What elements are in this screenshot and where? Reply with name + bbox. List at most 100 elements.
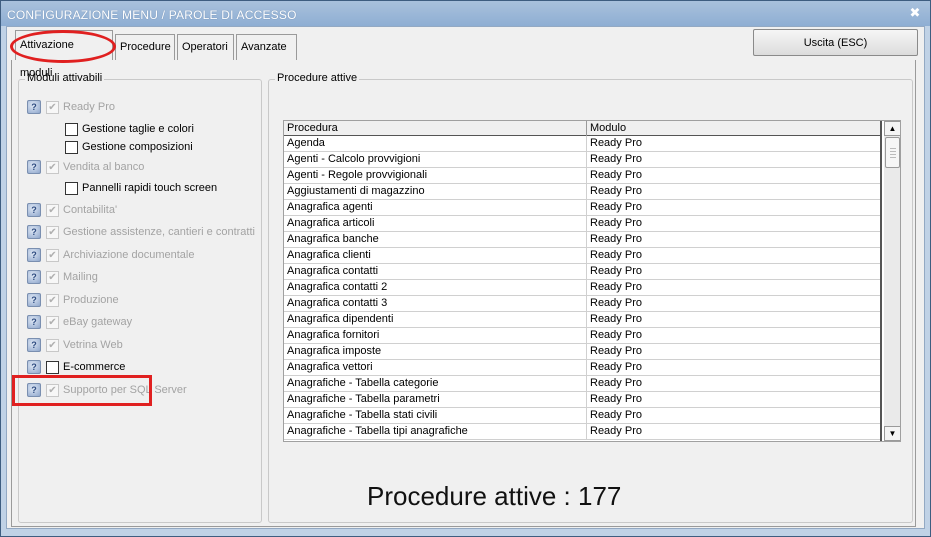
table-row[interactable]: Agenti - Calcolo provvigioni Ready Pro	[284, 152, 880, 168]
cell-modulo: Ready Pro	[590, 153, 642, 165]
tab-procedure[interactable]: Procedure	[115, 34, 175, 60]
cell-modulo: Ready Pro	[590, 249, 642, 261]
tab-avanzate[interactable]: Avanzate	[236, 34, 297, 60]
table-row[interactable]: Anagrafica vettori Ready Pro	[284, 360, 880, 376]
column-header-procedura[interactable]: Procedura	[284, 121, 587, 136]
table-row[interactable]: Aggiustamenti di magazzino Ready Pro	[284, 184, 880, 200]
vertical-scrollbar[interactable]: ▲ ▼	[884, 121, 900, 441]
submodule-row: Gestione composizioni	[65, 139, 255, 157]
help-icon[interactable]: ?	[27, 160, 41, 174]
grip-icon	[890, 148, 896, 158]
module-row: ? ✔ Vetrina Web	[27, 337, 257, 355]
exit-button[interactable]: Uscita (ESC)	[753, 29, 918, 56]
table-row[interactable]: Anagrafica clienti Ready Pro	[284, 248, 880, 264]
close-icon[interactable]: ✖	[908, 6, 922, 20]
window-title: CONFIGURAZIONE MENU / PAROLE DI ACCESSO	[7, 8, 297, 22]
table-body: Agenda Ready Pro Agenti - Calcolo provvigi…	[284, 136, 880, 440]
table-row[interactable]: Anagrafiche - Tabella tipi anagrafiche Re…	[284, 424, 880, 440]
help-icon[interactable]: ?	[27, 270, 41, 284]
module-label: Gestione assistenze, cantieri e contratt…	[63, 226, 255, 238]
help-icon[interactable]: ?	[27, 225, 41, 239]
scroll-up-icon[interactable]: ▲	[884, 121, 900, 136]
submodule-checkbox[interactable]	[65, 182, 78, 195]
cell-modulo: Ready Pro	[590, 201, 642, 213]
scroll-thumb[interactable]	[885, 137, 900, 168]
cell-modulo: Ready Pro	[590, 409, 642, 421]
help-icon[interactable]: ?	[27, 203, 41, 217]
module-checkbox[interactable]: ✔	[46, 226, 59, 239]
table-row[interactable]: Anagrafica fornitori Ready Pro	[284, 328, 880, 344]
module-row: ? E-commerce	[27, 359, 257, 377]
cell-procedura: Agenda	[284, 136, 587, 151]
column-header-modulo[interactable]: Modulo	[587, 121, 880, 136]
table-row[interactable]: Anagrafica articoli Ready Pro	[284, 216, 880, 232]
table-row[interactable]: Anagrafiche - Tabella stati civili Ready …	[284, 408, 880, 424]
cell-procedura: Anagrafiche - Tabella categorie	[284, 376, 587, 391]
submodule-checkbox[interactable]	[65, 141, 78, 154]
module-checkbox[interactable]	[46, 361, 59, 374]
help-icon[interactable]: ?	[27, 315, 41, 329]
cell-modulo: Ready Pro	[590, 361, 642, 373]
cell-procedura: Agenti - Calcolo provvigioni	[284, 152, 587, 167]
module-row: ? ✔ Produzione	[27, 292, 257, 310]
module-checkbox[interactable]: ✔	[46, 339, 59, 352]
tab-operatori[interactable]: Operatori	[177, 34, 234, 60]
table-row[interactable]: Anagrafiche - Tabella categorie Ready Pro	[284, 376, 880, 392]
module-row: ? ✔ eBay gateway	[27, 314, 257, 332]
table-row[interactable]: Anagrafiche - Tabella parametri Ready Pro	[284, 392, 880, 408]
module-checkbox[interactable]: ✔	[46, 249, 59, 262]
table-row[interactable]: Anagrafica contatti 2 Ready Pro	[284, 280, 880, 296]
help-icon[interactable]: ?	[27, 248, 41, 262]
table-row[interactable]: Anagrafica imposte Ready Pro	[284, 344, 880, 360]
module-checkbox[interactable]: ✔	[46, 161, 59, 174]
table-row[interactable]: Anagrafica agenti Ready Pro	[284, 200, 880, 216]
module-label: Ready Pro	[63, 101, 115, 113]
cell-procedura: Anagrafica articoli	[284, 216, 587, 231]
table-row[interactable]: Anagrafica contatti Ready Pro	[284, 264, 880, 280]
cell-procedura: Anagrafiche - Tabella parametri	[284, 392, 587, 407]
submodule-label: Gestione composizioni	[82, 141, 193, 153]
module-checkbox[interactable]: ✔	[46, 204, 59, 217]
cell-modulo: Ready Pro	[590, 137, 642, 149]
module-checkbox[interactable]: ✔	[46, 271, 59, 284]
scroll-down-icon[interactable]: ▼	[884, 426, 900, 441]
module-checkbox[interactable]: ✔	[46, 294, 59, 307]
submodule-checkbox[interactable]	[65, 123, 78, 136]
tab-label: Avanzate	[241, 41, 287, 53]
tab-attivazione-moduli[interactable]: Attivazione moduli	[15, 30, 113, 79]
help-icon[interactable]: ?	[27, 360, 41, 374]
help-icon[interactable]: ?	[27, 100, 41, 114]
module-checkbox[interactable]: ✔	[46, 316, 59, 329]
table-row[interactable]: Anagrafica dipendenti Ready Pro	[284, 312, 880, 328]
procedures-table[interactable]: Procedura Modulo Agenda Ready Pro Agenti -…	[283, 120, 901, 442]
cell-procedura: Aggiustamenti di magazzino	[284, 184, 587, 199]
help-icon[interactable]: ?	[27, 293, 41, 307]
cell-modulo: Ready Pro	[590, 329, 642, 341]
table-header: Procedura Modulo	[284, 121, 880, 136]
tab-label: Operatori	[182, 41, 228, 53]
help-icon[interactable]: ?	[27, 383, 41, 397]
cell-modulo: Ready Pro	[590, 377, 642, 389]
module-label: Mailing	[63, 271, 98, 283]
table-row[interactable]: Anagrafica banche Ready Pro	[284, 232, 880, 248]
module-row: ? ✔ Supporto per SQL Server	[27, 382, 257, 400]
client-area: Attivazione moduli Procedure Operatori A…	[6, 26, 925, 529]
table-row[interactable]: Anagrafica contatti 3 Ready Pro	[284, 296, 880, 312]
cell-procedura: Anagrafica imposte	[284, 344, 587, 359]
module-label: E-commerce	[63, 361, 126, 373]
module-checkbox[interactable]: ✔	[46, 101, 59, 114]
cell-procedura: Anagrafica agenti	[284, 200, 587, 215]
cell-modulo: Ready Pro	[590, 217, 642, 229]
title-bar[interactable]: CONFIGURAZIONE MENU / PAROLE DI ACCESSO …	[1, 1, 930, 26]
cell-modulo: Ready Pro	[590, 281, 642, 293]
module-checkbox[interactable]: ✔	[46, 384, 59, 397]
cell-modulo: Ready Pro	[590, 233, 642, 245]
cell-modulo: Ready Pro	[590, 185, 642, 197]
help-icon[interactable]: ?	[27, 338, 41, 352]
tab-label: Procedure	[120, 41, 171, 53]
cell-procedura: Anagrafica contatti	[284, 264, 587, 279]
table-row[interactable]: Agenda Ready Pro	[284, 136, 880, 152]
submodule-row: Gestione taglie e colori	[65, 121, 255, 139]
procedures-group-title: Procedure attive	[275, 72, 360, 84]
table-row[interactable]: Agenti - Regole provvigionali Ready Pro	[284, 168, 880, 184]
